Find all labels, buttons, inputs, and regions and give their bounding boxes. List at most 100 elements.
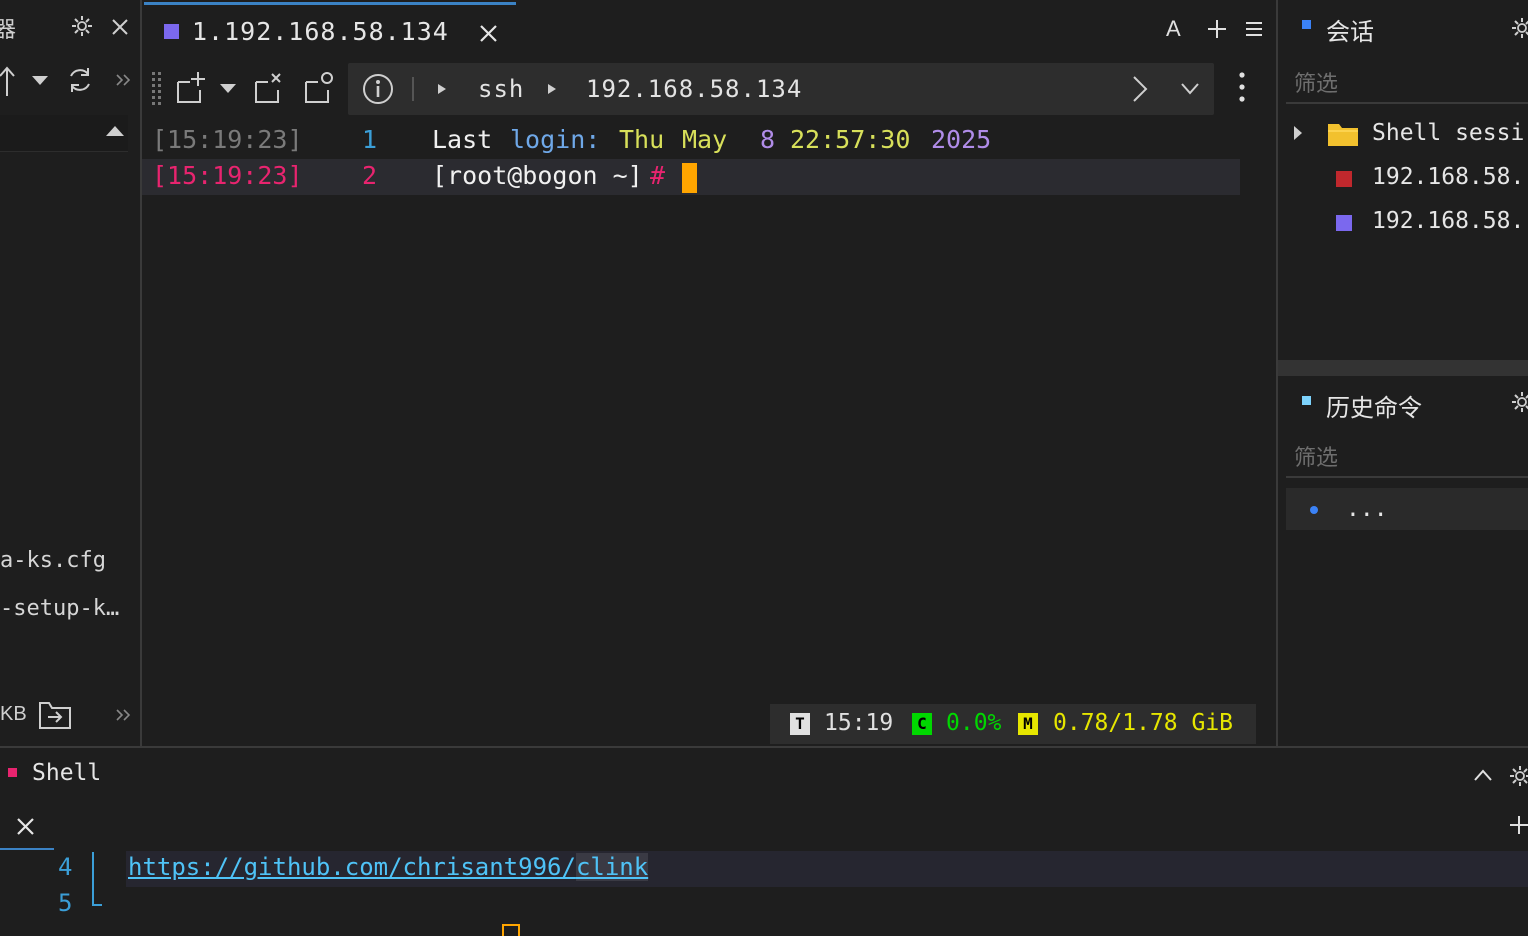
- session-folder-label: Shell sessi: [1372, 120, 1525, 146]
- breadcrumb-arrow-icon: [438, 84, 446, 94]
- sort-up-icon[interactable]: [106, 126, 124, 136]
- dropdown-caret-icon[interactable]: [220, 84, 236, 94]
- tab-close-icon[interactable]: [17, 818, 34, 835]
- settings-gear-icon[interactable]: [72, 16, 92, 36]
- history-filter-input[interactable]: 筛选: [1286, 436, 1528, 478]
- cpu-usage: 0.0%: [946, 710, 1002, 736]
- chevron-down-icon[interactable]: [1181, 83, 1199, 95]
- mem-badge: M: [1018, 713, 1038, 735]
- settings-gear-icon[interactable]: [1510, 766, 1528, 786]
- line-number: 5: [58, 889, 73, 917]
- bullet-icon: [1310, 506, 1318, 514]
- fold-guide: [92, 904, 102, 906]
- settings-gear-icon[interactable]: [1512, 18, 1528, 38]
- overflow-chevrons-icon[interactable]: [116, 709, 132, 721]
- file-item[interactable]: a-ks.cfg: [0, 548, 106, 573]
- editor-line[interactable]: 4 https://github.com/chrisant996/clink: [0, 851, 1528, 887]
- chevron-right-icon[interactable]: [1132, 75, 1148, 103]
- panel-splitter[interactable]: [1278, 360, 1528, 376]
- session-item[interactable]: 192.168.58.: [1278, 204, 1528, 244]
- url-highlight: clink: [575, 853, 649, 881]
- shell-panel: Shell 4 https://github.com/chrisant996/c…: [0, 746, 1528, 936]
- session-label: 192.168.58.: [1372, 208, 1525, 234]
- section-marker-icon: [8, 768, 17, 777]
- output-word: 2025: [931, 125, 992, 154]
- terminal-line: [15:19:23] 1 Last login: Thu May 8 22:57…: [142, 123, 1240, 159]
- status-time: 15:19: [824, 710, 894, 736]
- cpu-badge: C: [912, 713, 932, 735]
- drag-handle-icon[interactable]: [152, 72, 162, 106]
- session-filter-input[interactable]: 筛选: [1286, 62, 1528, 104]
- output-word: May: [682, 125, 728, 154]
- open-folder-icon[interactable]: [38, 700, 72, 730]
- side-panel: 会话 筛选 Shell sessi 192.168.58. 192.168.58…: [1276, 0, 1528, 746]
- new-tab-plus-icon[interactable]: [1208, 20, 1226, 38]
- output-word: login:: [510, 125, 601, 154]
- time-badge: T: [790, 713, 810, 735]
- close-icon[interactable]: [112, 19, 128, 35]
- detach-window-icon[interactable]: [254, 72, 284, 104]
- split-pane-icon[interactable]: [304, 72, 334, 104]
- tab-close-icon[interactable]: [480, 25, 497, 42]
- shell-panel-title: Shell: [32, 760, 102, 786]
- file-item[interactable]: -setup-k…: [0, 596, 119, 621]
- tab-session[interactable]: 1.192.168.58.134: [144, 2, 516, 61]
- file-manager-panel: 器 a-ks.cfg -setup-k… KB: [0, 0, 142, 746]
- line-number: 4: [58, 853, 73, 881]
- folder-icon: [1328, 122, 1358, 146]
- panel-title: 器: [0, 12, 16, 44]
- system-status-bar: T 15:19 C 0.0% M 0.78/1.78 GiB: [770, 704, 1256, 744]
- terminal-panel: 1.192.168.58.134 A ssh 192.168.58.134 [1…: [142, 0, 1274, 746]
- section-marker-icon: [1302, 20, 1311, 29]
- output-word: 22:57:30: [790, 125, 911, 154]
- file-size-label: KB: [0, 703, 27, 725]
- history-item[interactable]: ...: [1286, 488, 1528, 530]
- dropdown-caret-icon[interactable]: [32, 76, 48, 86]
- editor-line[interactable]: 5: [0, 887, 1528, 923]
- terminal-cursor: [682, 163, 697, 193]
- session-color-icon: [164, 24, 179, 39]
- url-link[interactable]: https://github.com/chrisant996/clink: [128, 853, 649, 881]
- terminal-line-current[interactable]: [15:19:23] 2 [root@bogon ~] #: [142, 159, 1240, 195]
- memory-usage: 0.78/1.78 GiB: [1053, 710, 1234, 736]
- prompt-hash: #: [650, 161, 666, 190]
- line-number: 2: [362, 161, 378, 190]
- shell-tab[interactable]: [0, 804, 54, 851]
- sessions-title: 会话: [1326, 19, 1374, 46]
- history-title: 历史命令: [1326, 395, 1422, 422]
- new-tab-plus-icon[interactable]: [1510, 816, 1528, 834]
- settings-gear-icon[interactable]: [1512, 392, 1528, 412]
- overflow-chevrons-icon[interactable]: [116, 74, 132, 86]
- info-icon[interactable]: [362, 73, 394, 105]
- session-color-icon: [1336, 171, 1352, 187]
- chevron-up-icon[interactable]: [1474, 769, 1492, 781]
- fold-guide: [92, 852, 94, 904]
- line-timestamp: [15:19:23]: [152, 125, 303, 154]
- more-vertical-icon[interactable]: [1239, 72, 1245, 102]
- upload-arrow-icon[interactable]: [0, 66, 15, 96]
- url-text: https://github.com/chrisant996/: [128, 853, 576, 881]
- new-session-icon[interactable]: [176, 72, 206, 104]
- separator: [412, 77, 414, 101]
- filter-placeholder: 筛选: [1294, 445, 1339, 470]
- history-text: ...: [1346, 496, 1388, 522]
- line-number: 1: [362, 125, 378, 154]
- session-folder[interactable]: Shell sessi: [1278, 116, 1528, 156]
- breadcrumb-item[interactable]: ssh: [478, 75, 524, 103]
- shell-prompt: [root@bogon ~]: [432, 161, 643, 190]
- breadcrumb: ssh 192.168.58.134: [348, 63, 1214, 115]
- filter-placeholder: 筛选: [1294, 71, 1339, 96]
- tab-label: 1.192.168.58.134: [192, 17, 449, 46]
- refresh-icon[interactable]: [66, 66, 94, 94]
- expand-arrow-icon[interactable]: [1294, 126, 1302, 140]
- tab-bar: 1.192.168.58.134 A: [142, 0, 1274, 61]
- output-word: 8: [760, 125, 776, 154]
- cursor-marker: [502, 924, 520, 936]
- font-toggle-button[interactable]: A: [1166, 16, 1181, 42]
- breadcrumb-arrow-icon: [548, 84, 556, 94]
- session-item[interactable]: 192.168.58.: [1278, 160, 1528, 200]
- terminal-toolbar: ssh 192.168.58.134: [142, 62, 1274, 118]
- breadcrumb-item[interactable]: 192.168.58.134: [586, 75, 802, 103]
- output-word: Last: [432, 125, 493, 154]
- tab-menu-icon[interactable]: [1246, 22, 1262, 36]
